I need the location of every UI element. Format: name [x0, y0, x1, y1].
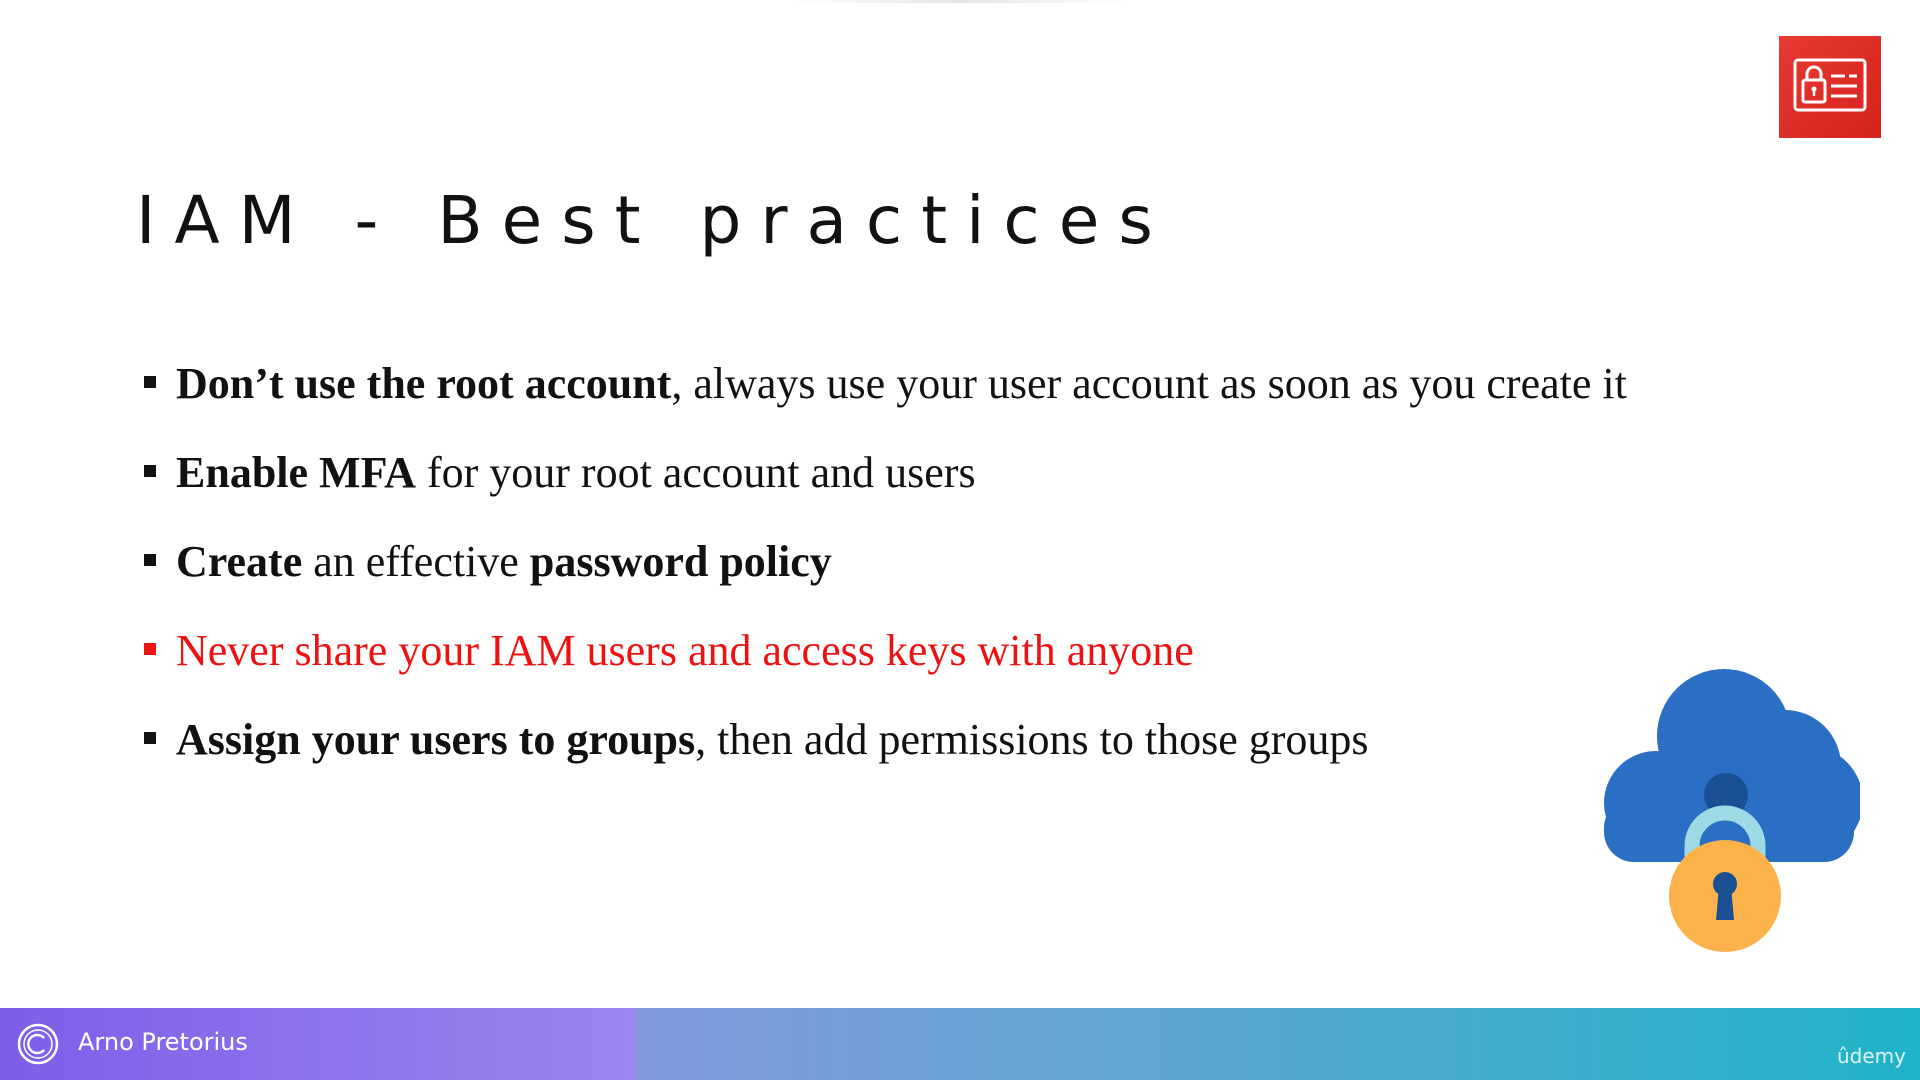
bullet-text: for your root account and users [415, 448, 976, 497]
slide-title: IAM - Best practices [136, 182, 1172, 259]
bullet-bold-text: password policy [529, 537, 832, 586]
bullet-password-policy: Create an effective password policy [140, 530, 1627, 619]
footer-author-panel: Arno Pretorius [0, 1008, 636, 1080]
bullet-text: , always use your user account as soon a… [671, 359, 1627, 408]
udemy-watermark: ûdemy [1837, 1044, 1906, 1068]
best-practices-list: Don’t use the root account, always use y… [140, 352, 1627, 797]
bullet-marker [144, 643, 156, 655]
footer-bar: Arno Pretorius ûdemy [0, 1008, 1920, 1080]
author-name: Arno Pretorius [78, 1028, 248, 1056]
bullet-bold-text: Enable MFA [176, 448, 416, 497]
bullet-marker [144, 554, 156, 566]
bullet-root-account: Don’t use the root account, always use y… [140, 352, 1627, 441]
top-edge-shadow [790, 0, 1130, 3]
iam-identity-icon [1779, 36, 1881, 138]
cloud-lock-icon [1604, 669, 1860, 952]
bullet-marker [144, 732, 156, 744]
bullet-marker [144, 465, 156, 477]
bullet-bold-text: Create [176, 537, 303, 586]
bullet-enable-mfa: Enable MFA for your root account and use… [140, 441, 1627, 530]
bullet-text: an effective [302, 537, 530, 586]
copyright-icon [17, 1023, 59, 1065]
bullet-never-share: Never share your IAM users and access ke… [140, 619, 1627, 708]
bullet-bold-text: Assign your users to groups [176, 715, 696, 764]
bullet-assign-groups: Assign your users to groups, then add pe… [140, 708, 1627, 797]
bullet-text: Never share your IAM users and access ke… [176, 626, 1194, 675]
bullet-bold-text: Don’t use the root account [176, 359, 672, 408]
bullet-text: , then add permissions to those groups [695, 715, 1369, 764]
bullet-marker [144, 376, 156, 388]
